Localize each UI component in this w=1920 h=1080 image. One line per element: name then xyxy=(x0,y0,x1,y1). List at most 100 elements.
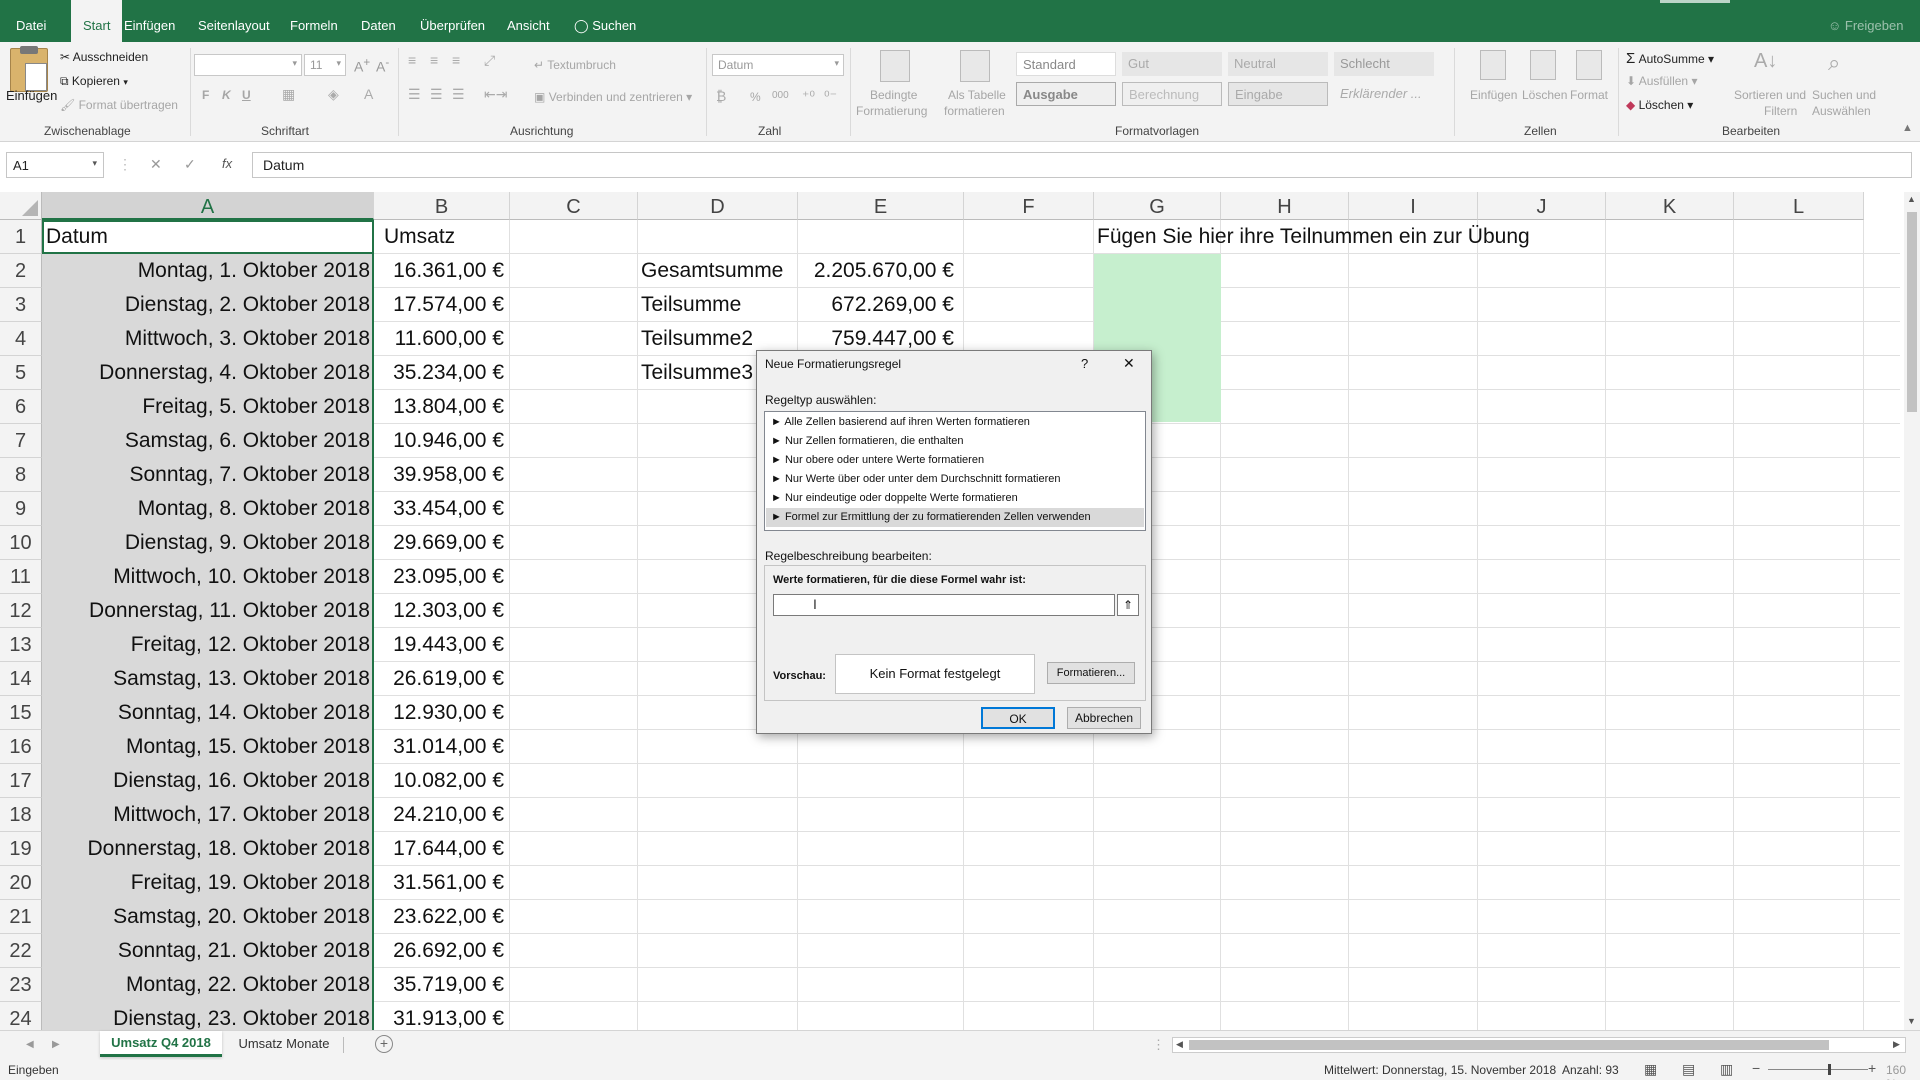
tab-ueberpruefen[interactable]: Überprüfen xyxy=(420,0,485,42)
column-header-c[interactable]: C xyxy=(510,192,638,220)
fill-button[interactable]: ⬇ Ausfüllen ▾ xyxy=(1626,74,1697,88)
date-cell[interactable]: Montag, 1. Oktober 2018 xyxy=(46,254,370,288)
style-eingabe[interactable]: Eingabe xyxy=(1228,82,1328,106)
style-schlecht[interactable]: Schlecht xyxy=(1334,52,1434,76)
revenue-cell[interactable]: 35.719,00 € xyxy=(374,968,504,1002)
status-count[interactable]: Anzahl: 93 xyxy=(1562,1063,1619,1077)
sort-filter-line2[interactable]: Filtern xyxy=(1764,104,1797,118)
date-cell[interactable]: Donnerstag, 4. Oktober 2018 xyxy=(46,356,370,390)
vertical-scrollbar-track[interactable]: ▲ ▼ xyxy=(1904,192,1920,1030)
paste-button[interactable]: Einfügen xyxy=(6,88,57,103)
date-cell[interactable]: Sonntag, 14. Oktober 2018 xyxy=(46,696,370,730)
decrease-decimal-icon[interactable]: ⁰⁻ xyxy=(824,88,837,105)
tab-seitenlayout[interactable]: Seitenlayout xyxy=(198,0,270,42)
summary-label-gesamtsumme[interactable]: Gesamtsumme xyxy=(641,254,783,288)
revenue-cell[interactable]: 17.644,00 € xyxy=(374,832,504,866)
zoom-out-icon[interactable]: − xyxy=(1752,1060,1760,1076)
ruletype-item-selected[interactable]: ► Formel zur Ermittlung der zu formatier… xyxy=(766,508,1144,527)
revenue-cell[interactable]: 31.913,00 € xyxy=(374,1002,504,1030)
cancel-button[interactable]: Abbrechen xyxy=(1067,707,1141,729)
summary-label-teilsumme2[interactable]: Teilsumme2 xyxy=(641,322,753,356)
revenue-cell[interactable]: 11.600,00 € xyxy=(374,322,504,356)
date-cell[interactable]: Dienstag, 2. Oktober 2018 xyxy=(46,288,370,322)
date-cell[interactable]: Donnerstag, 18. Oktober 2018 xyxy=(46,832,370,866)
indent-icon[interactable]: ⇤⇥ xyxy=(484,86,507,103)
collapse-dialog-icon[interactable]: ⇑ xyxy=(1117,594,1139,616)
row-header[interactable]: 11 xyxy=(0,560,42,594)
horizontal-scroll-thumb[interactable] xyxy=(1189,1040,1829,1050)
shrink-font-icon[interactable]: A- xyxy=(376,56,389,75)
fill-color-icon[interactable]: ◈ xyxy=(328,86,339,103)
cut-button[interactable]: ✂ Ausschneiden xyxy=(60,50,148,64)
instruction-cell[interactable]: Fügen Sie hier ihre Teilnummen ein zur Ü… xyxy=(1097,220,1530,254)
tab-ansicht[interactable]: Ansicht xyxy=(507,0,550,42)
autosum-button[interactable]: Σ AutoSumme ▾ xyxy=(1626,50,1714,67)
date-cell[interactable]: Montag, 15. Oktober 2018 xyxy=(46,730,370,764)
row-header[interactable]: 19 xyxy=(0,832,42,866)
revenue-cell[interactable]: 23.622,00 € xyxy=(374,900,504,934)
sort-filter-icon[interactable]: A↓ xyxy=(1754,50,1777,73)
header-cell-umsatz[interactable]: Umsatz xyxy=(384,220,455,254)
paste-icon[interactable] xyxy=(10,46,48,92)
find-select-line2[interactable]: Auswählen xyxy=(1812,104,1871,118)
tab-formeln[interactable]: Formeln xyxy=(290,0,338,42)
align-middle-icon[interactable]: ≡ xyxy=(430,52,438,68)
column-header-j[interactable]: J xyxy=(1478,192,1606,220)
help-button[interactable]: ? xyxy=(1081,356,1088,371)
zoom-in-icon[interactable]: + xyxy=(1868,1060,1876,1076)
prev-sheet-icon[interactable]: ◀ xyxy=(26,1039,34,1050)
row-header[interactable]: 9 xyxy=(0,492,42,526)
date-cell[interactable]: Freitag, 19. Oktober 2018 xyxy=(46,866,370,900)
date-cell[interactable]: Mittwoch, 10. Oktober 2018 xyxy=(46,560,370,594)
row-header[interactable]: 7 xyxy=(0,424,42,458)
date-cell[interactable]: Donnerstag, 11. Oktober 2018 xyxy=(46,594,370,628)
format-button[interactable]: Formatieren... xyxy=(1047,662,1135,684)
revenue-cell[interactable]: 29.669,00 € xyxy=(374,526,504,560)
row-header[interactable]: 12 xyxy=(0,594,42,628)
font-size-box[interactable]: 11 ▾ xyxy=(304,54,346,76)
thousands-button[interactable]: 000 xyxy=(772,90,789,101)
column-header-h[interactable]: H xyxy=(1221,192,1349,220)
conditional-formatting-line1[interactable]: Bedingte xyxy=(870,88,917,102)
column-header-a[interactable]: A xyxy=(42,192,374,220)
row-header[interactable]: 13 xyxy=(0,628,42,662)
sort-filter-line1[interactable]: Sortieren und xyxy=(1734,88,1806,102)
row-header[interactable]: 20 xyxy=(0,866,42,900)
sheet-tab-umsatz-q4-2018[interactable]: Umsatz Q4 2018 xyxy=(100,1031,222,1057)
conditional-formatting-line2[interactable]: Formatierung xyxy=(856,104,927,118)
collapse-ribbon-icon[interactable]: ▲ xyxy=(1902,122,1913,134)
style-erklaerend[interactable]: Erklärender ... xyxy=(1334,82,1434,106)
cancel-entry-icon[interactable]: ✕ xyxy=(150,156,162,173)
row-header[interactable]: 14 xyxy=(0,662,42,696)
ruletype-item[interactable]: ► Nur eindeutige oder doppelte Werte for… xyxy=(771,489,1018,508)
format-as-table-line1[interactable]: Als Tabelle xyxy=(948,88,1006,102)
row-header[interactable]: 1 xyxy=(0,220,42,254)
conditional-formatting-icon[interactable] xyxy=(880,50,910,82)
font-name-box[interactable]: ▾ xyxy=(194,54,302,76)
percent-button[interactable]: % xyxy=(750,90,761,104)
revenue-cell[interactable]: 26.692,00 € xyxy=(374,934,504,968)
zoom-slider[interactable] xyxy=(1768,1064,1868,1075)
date-cell[interactable]: Dienstag, 9. Oktober 2018 xyxy=(46,526,370,560)
style-neutral[interactable]: Neutral xyxy=(1228,52,1328,76)
ok-button[interactable]: OK xyxy=(981,707,1055,729)
find-select-line1[interactable]: Suchen und xyxy=(1812,88,1876,102)
date-cell[interactable]: Dienstag, 23. Oktober 2018 xyxy=(46,1002,370,1030)
normal-view-icon[interactable]: ▦ xyxy=(1644,1061,1657,1078)
header-cell-datum[interactable]: Datum xyxy=(46,220,108,254)
revenue-cell[interactable]: 10.946,00 € xyxy=(374,424,504,458)
revenue-cell[interactable]: 17.574,00 € xyxy=(374,288,504,322)
summary-label-teilsumme[interactable]: Teilsumme xyxy=(641,288,741,322)
row-header[interactable]: 23 xyxy=(0,968,42,1002)
increase-decimal-icon[interactable]: ⁺⁰ xyxy=(802,88,815,105)
scroll-up-icon[interactable]: ▲ xyxy=(1907,194,1916,204)
date-cell[interactable]: Samstag, 13. Oktober 2018 xyxy=(46,662,370,696)
scroll-left-icon[interactable]: ◀ xyxy=(1176,1039,1183,1050)
date-cell[interactable]: Freitag, 5. Oktober 2018 xyxy=(46,390,370,424)
column-header-k[interactable]: K xyxy=(1606,192,1734,220)
date-cell[interactable]: Mittwoch, 17. Oktober 2018 xyxy=(46,798,370,832)
status-average[interactable]: Mittelwert: Donnerstag, 15. November 201… xyxy=(1324,1063,1556,1077)
page-break-view-icon[interactable]: ▥ xyxy=(1720,1061,1733,1078)
search-tell-me[interactable]: ◯ Suchen xyxy=(574,0,636,42)
row-header[interactable]: 2 xyxy=(0,254,42,288)
